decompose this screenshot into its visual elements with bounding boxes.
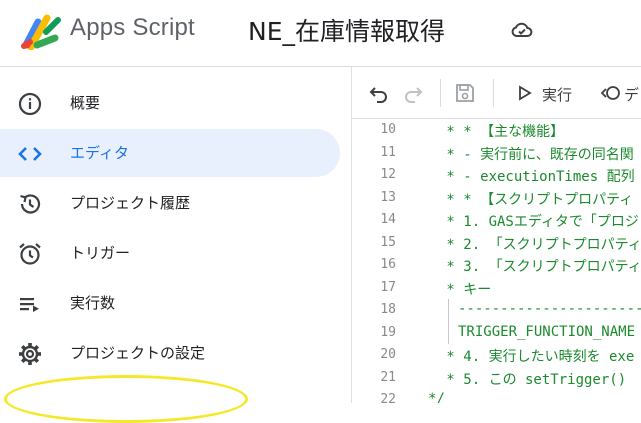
sidebar-item-triggers[interactable]: トリガー	[0, 229, 340, 277]
apps-script-logo-icon[interactable]	[20, 12, 62, 50]
sidebar-item-label: プロジェクトの設定	[70, 344, 206, 362]
gear-icon	[19, 343, 41, 365]
alarm-icon	[19, 243, 41, 265]
code-icon	[18, 147, 42, 161]
code-line: 20 * 4. 実行したい時刻を exe	[352, 344, 641, 367]
toolbar-divider	[493, 79, 494, 107]
code-line: 21 * 5. この setTrigger()	[352, 367, 641, 390]
debug-icon[interactable]	[600, 82, 622, 104]
indent-guide	[448, 299, 449, 344]
code-line: 16 * 3. 「スクリプトプロパティ	[352, 254, 641, 277]
line-number: 21	[380, 369, 396, 385]
line-number: 20	[380, 347, 396, 362]
app-header: Apps Script NE_在庫情報取得	[0, 0, 641, 67]
sidebar-item-project-settings[interactable]: プロジェクトの設定	[0, 329, 340, 377]
project-title[interactable]: NE_在庫情報取得	[248, 12, 445, 48]
line-number: 22	[380, 392, 396, 403]
code-text: * 5. この setTrigger()	[438, 371, 635, 388]
line-number: 13	[380, 189, 396, 205]
sidebar-item-label: エディタ	[70, 144, 129, 162]
cloud-sync-icon	[511, 22, 533, 37]
code-line: 13 * * 【スクリプトプロパティ	[352, 187, 641, 210]
info-icon	[18, 92, 42, 116]
code-line: 17 * キー	[352, 277, 641, 300]
code-text: * * 【スクリプトプロパティ	[438, 191, 634, 208]
app-title: Apps Script	[70, 14, 195, 41]
line-number: 10	[380, 122, 396, 137]
code-line: 10 * * 【主な機能】	[352, 119, 641, 142]
save-icon[interactable]	[454, 82, 476, 104]
run-button[interactable]: 実行	[542, 84, 572, 105]
code-text: * * 【主な機能】	[438, 124, 565, 140]
sidebar-nav: 概要 エディタ プロジェクト履歴 トリガー 実行数 プロジェクトの設定	[0, 67, 352, 423]
code-line: 18 -----------------------	[352, 299, 641, 322]
history-icon	[20, 194, 41, 214]
code-text: -----------------------	[458, 301, 641, 317]
sidebar-item-label: 実行数	[70, 294, 116, 312]
code-text: * キー	[438, 281, 492, 298]
toolbar-divider	[440, 79, 441, 107]
code-text: * - 実行前に、既存の同名関	[438, 146, 634, 163]
code-text: * 1. GASエディタで「プロジ	[438, 214, 639, 230]
code-line: 15 * 2. 「スクリプトプロパティ	[352, 232, 641, 255]
debug-button[interactable]: デ	[624, 84, 639, 105]
line-number: 14	[380, 212, 396, 227]
code-line: 14 * 1. GASエディタで「プロジ	[352, 209, 641, 232]
code-editor[interactable]: 10 * * 【主な機能】 11 * - 実行前に、既存の同名関 12 * - …	[352, 119, 641, 403]
sidebar-item-label: トリガー	[70, 244, 131, 262]
code-text: * 3. 「スクリプトプロパティ	[438, 259, 641, 275]
line-number: 17	[380, 279, 396, 295]
sidebar-item-label: 概要	[70, 94, 101, 112]
code-text: * 4. 実行したい時刻を exe	[438, 349, 635, 365]
highlight-annotation	[4, 375, 248, 423]
play-icon[interactable]	[517, 82, 533, 104]
code-text: * 2. 「スクリプトプロパティ	[438, 236, 641, 253]
line-number: 15	[380, 234, 396, 250]
code-line: 11 * - 実行前に、既存の同名関	[352, 142, 641, 165]
undo-icon[interactable]	[368, 82, 390, 104]
code-line: 12 * - executionTimes 配列	[352, 164, 641, 187]
redo-icon[interactable]	[402, 82, 424, 104]
code-line: 22 */	[352, 389, 641, 403]
sidebar-item-project-history[interactable]: プロジェクト履歴	[0, 179, 340, 227]
sidebar-item-editor[interactable]: エディタ	[0, 129, 340, 177]
executions-icon	[20, 298, 39, 312]
line-number: 18	[380, 302, 396, 317]
code-line: 19 TRIGGER_FUNCTION_NAME	[352, 322, 641, 345]
code-text: */	[428, 391, 445, 403]
editor-toolbar: 実行 デ	[352, 67, 641, 119]
sidebar-item-executions[interactable]: 実行数	[0, 279, 340, 327]
line-number: 16	[380, 257, 396, 272]
line-number: 19	[380, 324, 396, 340]
code-text: * - executionTimes 配列	[438, 169, 635, 185]
code-text: TRIGGER_FUNCTION_NAME	[458, 323, 636, 340]
sidebar-item-label: プロジェクト履歴	[70, 194, 191, 212]
sidebar-item-overview[interactable]: 概要	[0, 79, 340, 127]
line-number: 11	[380, 144, 396, 160]
line-number: 12	[380, 167, 396, 182]
